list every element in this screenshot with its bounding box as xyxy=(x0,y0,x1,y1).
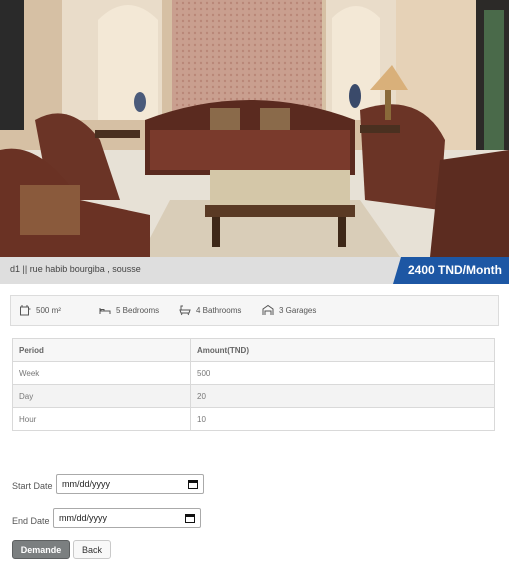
end-date-placeholder: mm/dd/yyyy xyxy=(59,513,108,523)
amount-cell: 20 xyxy=(190,384,495,408)
end-date-label: End Date xyxy=(12,516,50,526)
period-cell: Day xyxy=(12,384,191,408)
bed-icon xyxy=(99,308,111,314)
bathtub-icon xyxy=(179,305,191,316)
area-icon xyxy=(20,305,31,316)
property-photo xyxy=(0,0,509,257)
table-row: Day 20 xyxy=(12,384,495,408)
table-row: Hour 10 xyxy=(12,407,495,431)
pricing-table: Period Amount(TND) Week 500 Day 20 Hour … xyxy=(12,338,495,431)
price-badge: 2400 TND/Month xyxy=(393,257,509,284)
property-address: d1 || rue habib bourgiba , sousse xyxy=(10,264,141,274)
garages-value: 3 Garages xyxy=(279,305,317,315)
feature-bedrooms: 5 Bedrooms xyxy=(99,304,159,316)
table-header-row: Period Amount(TND) xyxy=(12,338,495,362)
start-date-label: Start Date xyxy=(12,481,53,491)
table-row: Week 500 xyxy=(12,361,495,385)
amount-cell: 500 xyxy=(190,361,495,385)
garage-icon xyxy=(262,304,274,315)
period-cell: Hour xyxy=(12,407,191,431)
back-button[interactable]: Back xyxy=(73,540,111,559)
calendar-icon[interactable] xyxy=(188,479,198,489)
features-strip: 500 m² 5 Bedrooms 4 Bathrooms 3 Garages xyxy=(10,295,499,326)
amount-cell: 10 xyxy=(190,407,495,431)
feature-area: 500 m² xyxy=(19,304,61,316)
feature-garages: 3 Garages xyxy=(262,304,316,316)
bathrooms-value: 4 Bathrooms xyxy=(196,305,242,315)
header-period: Period xyxy=(12,338,191,362)
bedrooms-value: 5 Bedrooms xyxy=(116,305,160,315)
start-date-placeholder: mm/dd/yyyy xyxy=(62,479,111,489)
area-value: 500 m² xyxy=(36,305,61,315)
header-amount: Amount(TND) xyxy=(190,338,495,362)
start-date-input[interactable]: mm/dd/yyyy xyxy=(56,474,204,494)
calendar-icon[interactable] xyxy=(185,513,195,523)
feature-bathrooms: 4 Bathrooms xyxy=(179,304,241,316)
end-date-input[interactable]: mm/dd/yyyy xyxy=(53,508,201,528)
period-cell: Week xyxy=(12,361,191,385)
demande-button[interactable]: Demande xyxy=(12,540,70,559)
